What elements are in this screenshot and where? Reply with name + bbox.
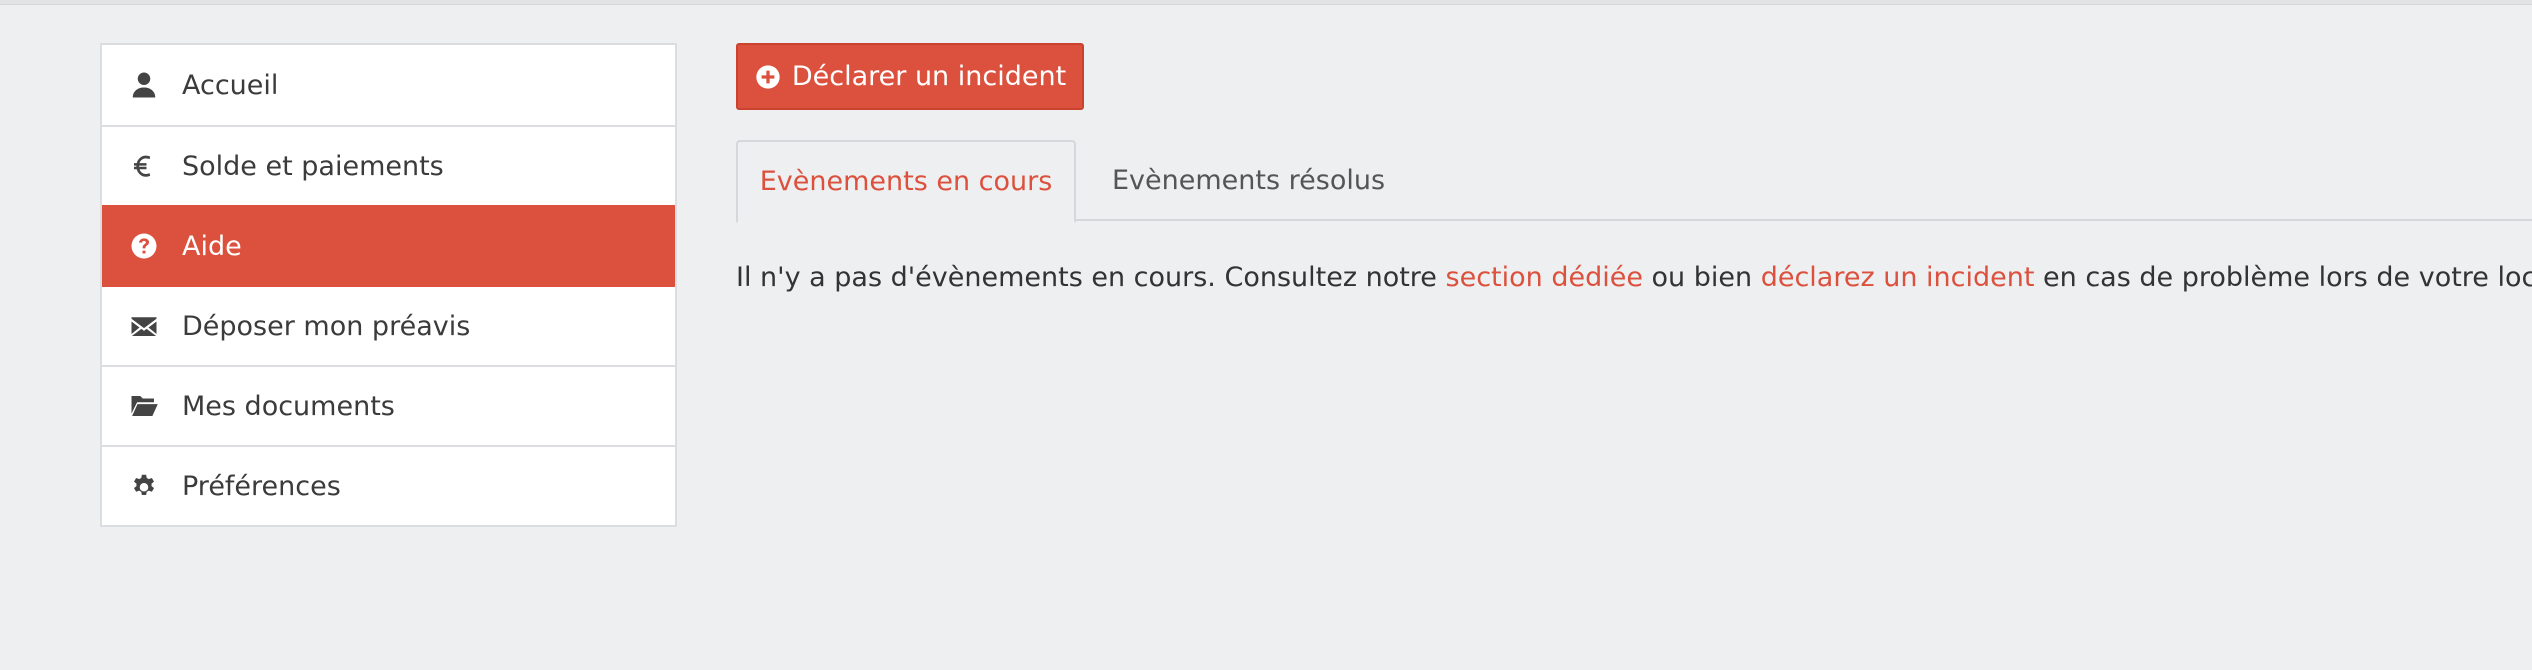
message-text: Il n'y a pas d'évènements en cours. Cons… <box>736 262 1446 293</box>
gear-icon <box>126 468 162 504</box>
sidebar-item-label: Mes documents <box>182 390 395 422</box>
help-circle-icon <box>126 228 162 264</box>
message-text: en cas de problème lors de votre locatio… <box>2043 262 2532 293</box>
user-icon <box>126 67 162 103</box>
declare-incident-button[interactable]: Déclarer un incident <box>736 43 1084 110</box>
folder-open-icon <box>126 388 162 424</box>
declare-incident-label: Déclarer un incident <box>791 61 1067 92</box>
sidebar-item-solde[interactable]: Solde et paiements <box>102 125 675 205</box>
sidebar-item-label: Accueil <box>182 69 279 101</box>
declarez-incident-link[interactable]: déclarez un incident <box>1761 262 2035 293</box>
envelope-icon <box>126 308 162 344</box>
top-rule <box>0 0 2532 5</box>
sidebar-item-label: Solde et paiements <box>182 150 444 182</box>
sidebar-item-preferences[interactable]: Préférences <box>102 445 675 525</box>
plus-circle-icon <box>754 63 782 91</box>
tab-evenements-resolus[interactable]: Evènements résolus <box>1112 140 1385 221</box>
no-events-message: Il n'y a pas d'évènements en cours. Cons… <box>736 262 2532 293</box>
events-tabs: Evènements en cours Evènements résolus <box>736 140 2532 223</box>
tab-evenements-en-cours[interactable]: Evènements en cours <box>736 140 1076 223</box>
sidebar-item-label: Déposer mon préavis <box>182 310 471 342</box>
sidebar-item-label: Préférences <box>182 470 341 502</box>
sidebar-item-accueil[interactable]: Accueil <box>102 45 675 125</box>
sidebar-item-aide[interactable]: Aide <box>102 205 675 285</box>
euro-icon <box>126 148 162 184</box>
section-dediee-link[interactable]: section dédiée <box>1446 262 1643 293</box>
sidebar-item-label: Aide <box>182 230 242 262</box>
sidebar-nav: Accueil Solde et paiements Aide Déposer … <box>100 43 677 527</box>
sidebar-item-preavis[interactable]: Déposer mon préavis <box>102 285 675 365</box>
message-text: ou bien <box>1642 262 1761 293</box>
sidebar-item-documents[interactable]: Mes documents <box>102 365 675 445</box>
